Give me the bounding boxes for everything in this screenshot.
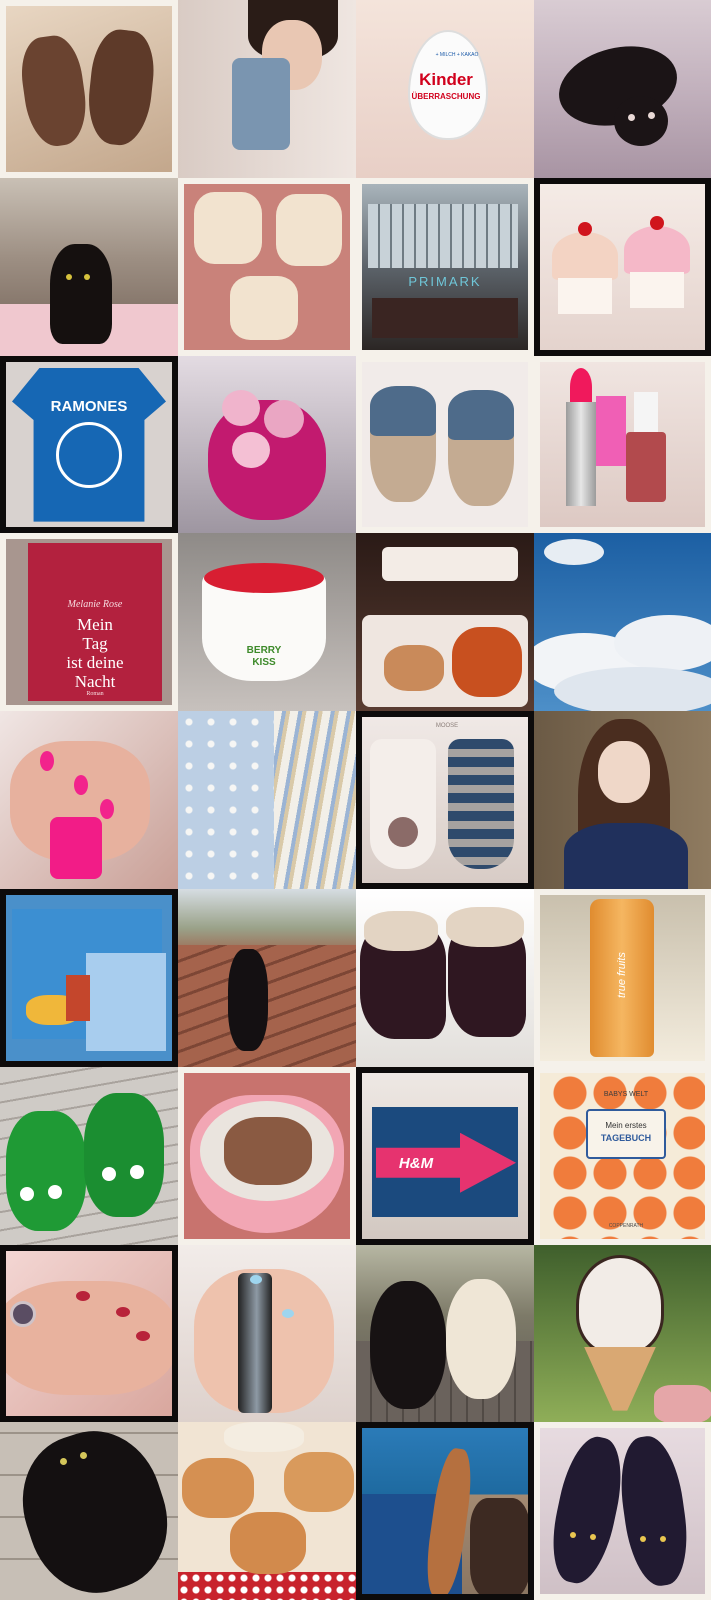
photo-frozen-yogurt: BERRY KISS [178,533,356,712]
book-footer-text: Roman [86,691,104,698]
photo-pink-roses [178,355,356,534]
photo-cupcake-shakers [534,177,711,356]
book-author-text: Melanie Rose [67,599,123,611]
photo-smoothie: true fruits [534,888,711,1067]
smoothie-brand-text: true fruits [616,952,628,998]
photo-blue-sky [534,533,711,712]
yogurt-brand-line-1: BERRY [246,645,282,657]
photo-girl-selfie [178,0,356,178]
photo-crochet-booties [356,355,534,534]
photo-chicken-fries [356,533,534,712]
photo-black-cat-room [0,177,178,356]
photo-lipstick-polish [534,355,711,534]
photo-hm-box: H&M [356,1066,534,1245]
photo-legs-by-pool [356,1422,534,1600]
kinder-sub-text: ÜBERRASCHUNG [411,92,481,101]
photo-baby-fabric [178,711,356,889]
photo-cat-on-tiles [0,1422,178,1600]
kinder-badge-text: + MILCH + KAKAO [435,52,479,58]
photo-ramones-shirt: RAMONES [0,355,178,534]
book-title-line-1: Mein [77,615,113,635]
photo-croc-slippers [0,1066,178,1245]
book-title-line-3: ist deine [66,653,124,673]
photo-collage: Kinder ÜBERRASCHUNG + MILCH + KAKAO PRIM… [0,0,711,1600]
book-title-line-4: Nacht [74,672,116,692]
photo-primark-store: PRIMARK [356,177,534,356]
diary-title-line-2: TAGEBUCH [600,1132,652,1143]
photo-dino-clothes [0,888,178,1067]
photo-baby-socks: MOOSE [356,711,534,889]
photo-hello-kitty-cookies [178,177,356,356]
photo-fur-boots [356,888,534,1067]
hm-logo-text: H&M [398,1154,434,1172]
photo-two-dogs [356,1244,534,1423]
photo-cat-on-roof [178,888,356,1067]
photo-blue-nail-polish [178,1244,356,1423]
photo-novel-book: Melanie Rose Mein Tag ist deine Nacht Ro… [0,533,178,712]
photo-pink-nails [0,711,178,889]
photo-red-nails-ring [0,1244,178,1423]
socks-tag-text: MOOSE [435,723,459,730]
photo-cat-flats [534,1422,711,1600]
photo-kitty-fritters [178,1422,356,1600]
diary-title-line-1: Mein erstes [605,1120,647,1130]
diary-brand-text: BABYS WELT [603,1090,649,1098]
book-title-line-2: Tag [82,634,108,654]
photo-cereal-bowl [178,1066,356,1245]
diary-publisher-text: COPPENRATH [608,1222,644,1229]
photo-ice-cream [534,1244,711,1423]
photo-baby-diary: BABYS WELT Mein erstes TAGEBUCH COPPENRA… [534,1066,711,1245]
yogurt-brand-line-2: KISS [252,657,276,669]
photo-girl-portrait [534,711,711,889]
ramones-text: RAMONES [50,397,128,415]
photo-black-cat-lying [534,0,711,178]
photo-kinder-egg: Kinder ÜBERRASCHUNG + MILCH + KAKAO [356,0,534,178]
photo-brown-baby-shoes [0,0,178,178]
primark-sign-text: PRIMARK [408,273,482,289]
kinder-brand-text: Kinder [419,70,473,89]
